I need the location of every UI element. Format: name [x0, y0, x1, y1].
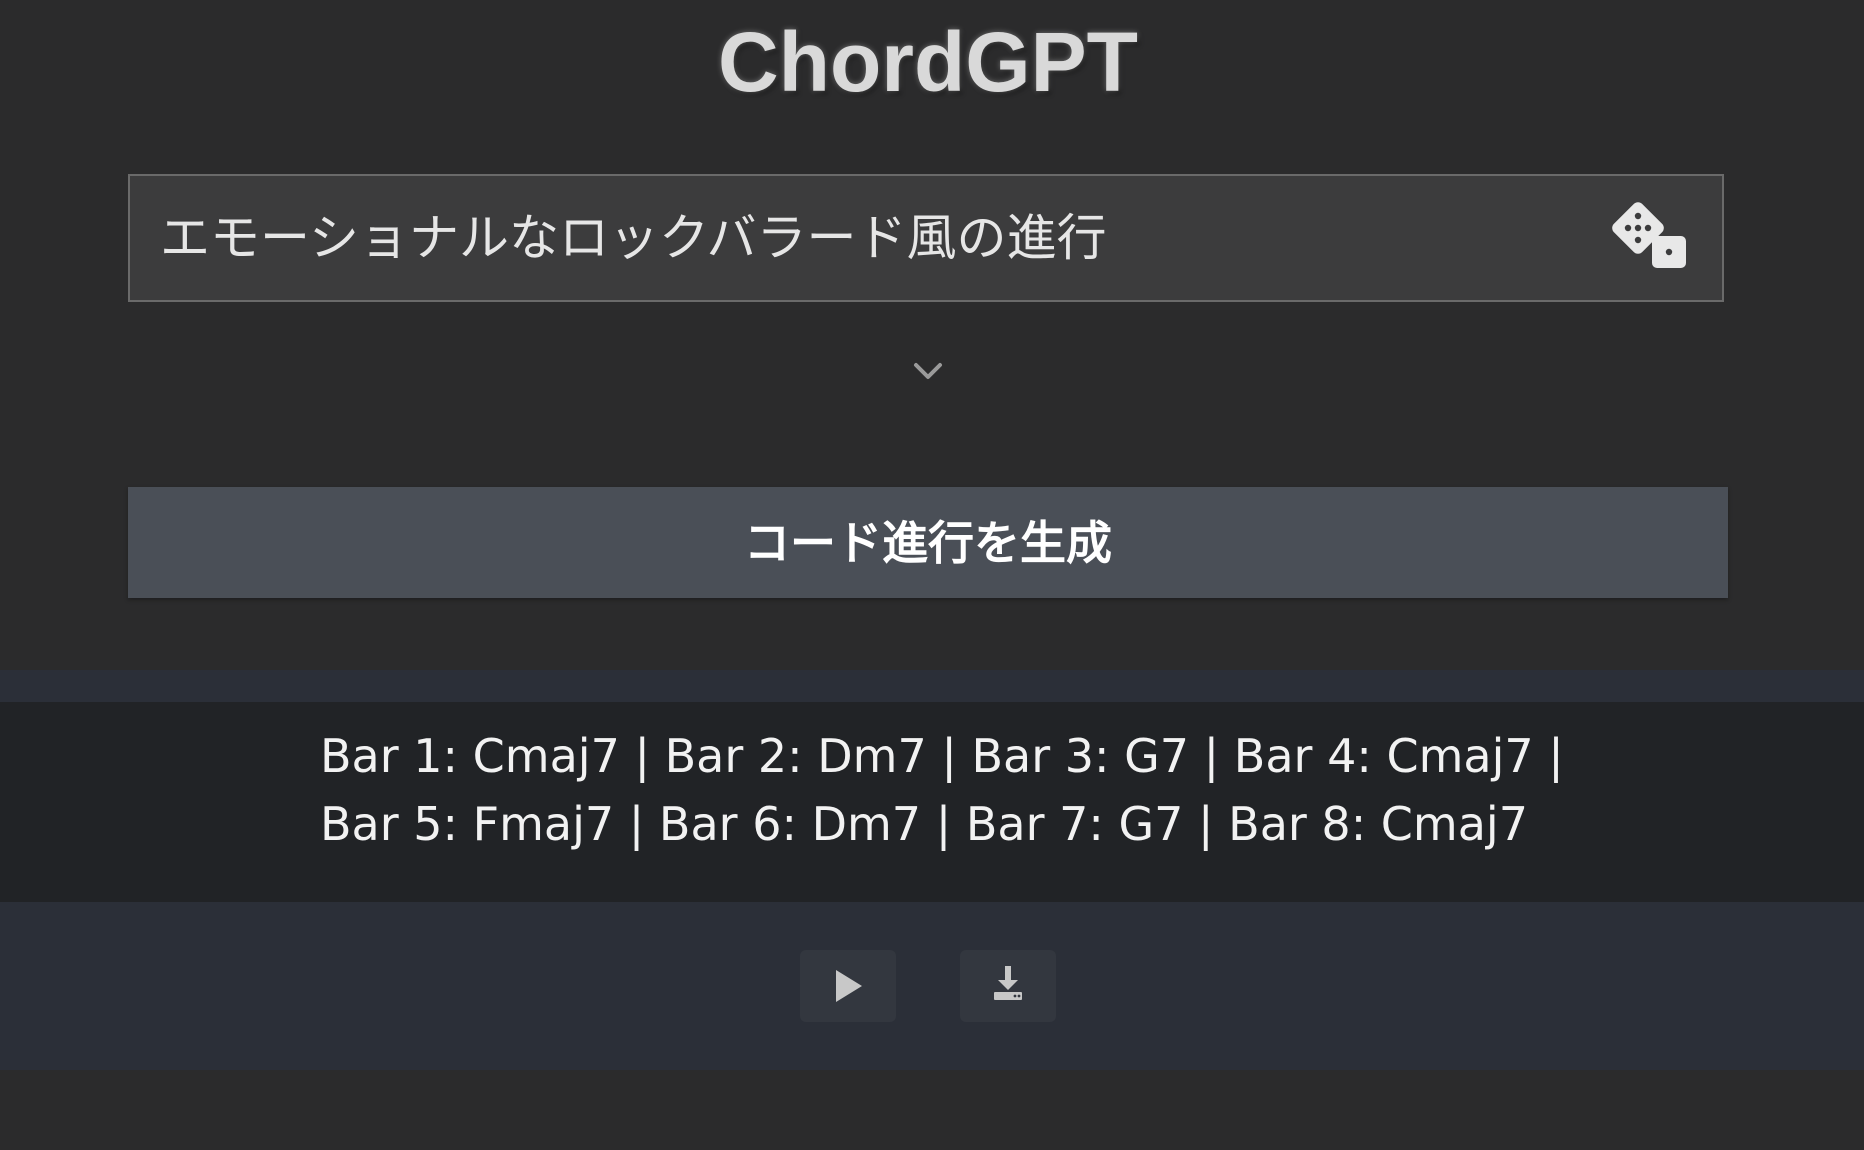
expand-options-toggle[interactable]: [908, 356, 948, 386]
app-title: ChordGPT: [718, 15, 1138, 109]
dice-icon: [1612, 202, 1686, 268]
download-icon: [994, 966, 1022, 1000]
random-prompt-button[interactable]: [1606, 202, 1690, 272]
chord-line-2: Bar 5: Fmaj7 | Bar 6: Dm7 | Bar 7: G7 | …: [320, 797, 1528, 851]
result-panel: Bar 1: Cmaj7 | Bar 2: Dm7 | Bar 3: G7 | …: [0, 702, 1864, 902]
chord-line-1: Bar 1: Cmaj7 | Bar 2: Dm7 | Bar 3: G7 | …: [320, 729, 1564, 783]
download-button[interactable]: [960, 950, 1056, 1022]
prompt-box: エモーショナルなロックバラード風の進行: [128, 174, 1724, 302]
prompt-input[interactable]: エモーショナルなロックバラード風の進行: [160, 176, 1580, 300]
chevron-down-icon: [914, 363, 942, 379]
result-section: Bar 1: Cmaj7 | Bar 2: Dm7 | Bar 3: G7 | …: [0, 670, 1864, 1070]
chord-progression-text: Bar 1: Cmaj7 | Bar 2: Dm7 | Bar 3: G7 | …: [320, 722, 1640, 858]
app-page: ChordGPT エモーショナルなロックバラード風の進行 コード進行を生成 Ba…: [0, 0, 1864, 1150]
generate-button[interactable]: コード進行を生成: [128, 487, 1728, 598]
play-icon: [836, 970, 862, 1002]
play-button[interactable]: [800, 950, 896, 1022]
